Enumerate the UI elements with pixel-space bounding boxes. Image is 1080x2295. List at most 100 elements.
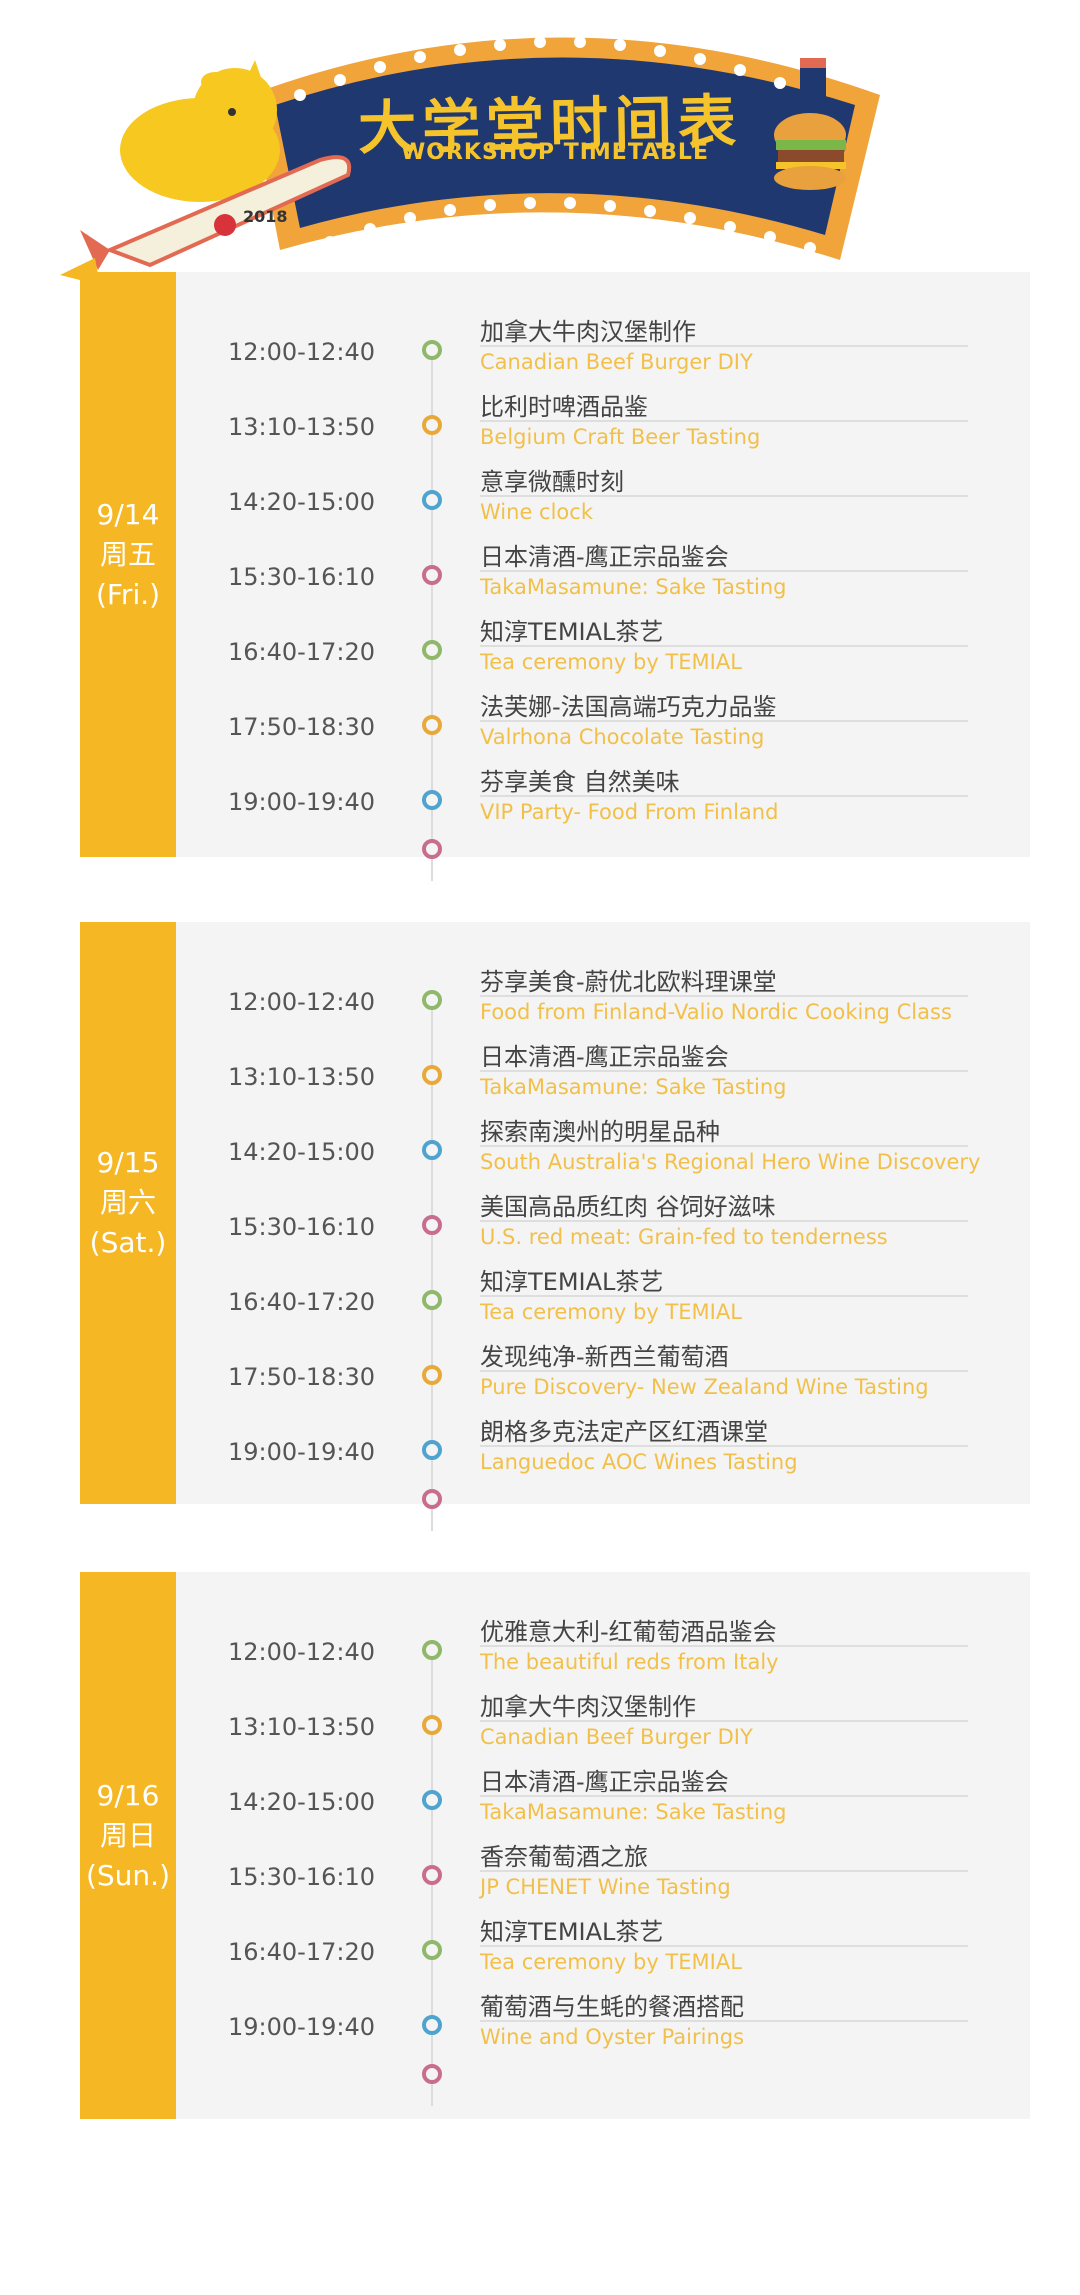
session-title-zh: 优雅意大利-红葡萄酒品鉴会 bbox=[480, 1618, 777, 1646]
session-title-en: VIP Party- Food From Finland bbox=[480, 800, 779, 824]
slot-time: 12:00-12:40 bbox=[228, 988, 375, 1016]
schedule-row: 16:40-17:20 知淳TEMIAL茶艺 Tea ceremony by TEM… bbox=[80, 1262, 1030, 1337]
timeline-dot-icon bbox=[422, 1215, 442, 1235]
slot-time: 15:30-16:10 bbox=[228, 1213, 375, 1241]
timeline-dot-icon bbox=[422, 790, 442, 810]
session-title-en: JP CHENET Wine Tasting bbox=[480, 1875, 731, 1899]
session-title-zh: 探索南澳州的明星品种 bbox=[480, 1118, 720, 1146]
session-title-zh: 日本清酒-鹰正宗品鉴会 bbox=[480, 1043, 729, 1071]
timeline-dot-icon bbox=[422, 1715, 442, 1735]
svg-text:2018: 2018 bbox=[243, 207, 288, 226]
session-title-zh: 比利时啤酒品鉴 bbox=[480, 393, 648, 421]
schedule-row: 19:00-19:40 葡萄酒与生蚝的餐酒搭配 Wine and Oyster Pa… bbox=[80, 1987, 1030, 2062]
timeline-dot-icon bbox=[422, 640, 442, 660]
session-title-en: Tea ceremony by TEMIAL bbox=[480, 1950, 742, 1974]
divider bbox=[480, 1870, 968, 1872]
schedule-row: 12:00-12:40 芬享美食-蔚优北欧料理课堂 Food from Finlan… bbox=[80, 962, 1030, 1037]
schedule-row: 13:10-13:50 比利时啤酒品鉴 Belgium Craft Beer Tas… bbox=[80, 387, 1030, 462]
divider bbox=[480, 420, 968, 422]
schedule-row: 14:20-15:00 意享微醺时刻 Wine clock bbox=[80, 462, 1030, 537]
timeline-dot-icon bbox=[422, 1065, 442, 1085]
timeline-dot-icon bbox=[422, 565, 442, 585]
day-panel: 9/14 周五 (Fri.) 12:00-12:40 加拿大牛肉汉堡制作 Canadian… bbox=[80, 272, 1030, 881]
timeline-end-dot-icon bbox=[422, 2064, 442, 2084]
timeline-dot-icon bbox=[422, 1865, 442, 1885]
session-title-zh: 葡萄酒与生蚝的餐酒搭配 bbox=[480, 1993, 744, 2021]
session-title-en: Languedoc AOC Wines Tasting bbox=[480, 1450, 798, 1474]
schedule-row: 14:20-15:00 日本清酒-鹰正宗品鉴会 TakaMasamune: Sake… bbox=[80, 1762, 1030, 1837]
divider bbox=[480, 570, 968, 572]
session-title-en: Canadian Beef Burger DIY bbox=[480, 350, 753, 374]
slot-time: 17:50-18:30 bbox=[228, 1363, 375, 1391]
timeline-dot-icon bbox=[422, 1365, 442, 1385]
session-title-zh: 日本清酒-鹰正宗品鉴会 bbox=[480, 543, 729, 571]
schedule-row: 17:50-18:30 发现纯净-新西兰葡萄酒 Pure Discovery- Ne… bbox=[80, 1337, 1030, 1412]
session-title-zh: 加拿大牛肉汉堡制作 bbox=[480, 318, 696, 346]
schedule-row: 12:00-12:40 加拿大牛肉汉堡制作 Canadian Beef Burger… bbox=[80, 312, 1030, 387]
divider bbox=[480, 795, 968, 797]
session-title-zh: 意享微醺时刻 bbox=[480, 468, 624, 496]
slot-time: 19:00-19:40 bbox=[228, 788, 375, 816]
session-title-zh: 加拿大牛肉汉堡制作 bbox=[480, 1693, 696, 1721]
session-title-en: Belgium Craft Beer Tasting bbox=[480, 425, 761, 449]
session-title-zh: 香奈葡萄酒之旅 bbox=[480, 1843, 648, 1871]
slot-time: 17:50-18:30 bbox=[228, 713, 375, 741]
session-title-en: TakaMasamune: Sake Tasting bbox=[480, 1800, 787, 1824]
session-title-en: TakaMasamune: Sake Tasting bbox=[480, 575, 787, 599]
schedule-row: 12:00-12:40 优雅意大利-红葡萄酒品鉴会 The beautiful re… bbox=[80, 1612, 1030, 1687]
session-title-en: Valrhona Chocolate Tasting bbox=[480, 725, 765, 749]
slot-time: 13:10-13:50 bbox=[228, 1063, 375, 1091]
session-title-zh: 发现纯净-新西兰葡萄酒 bbox=[480, 1343, 729, 1371]
slot-time: 13:10-13:50 bbox=[228, 1713, 375, 1741]
timeline-dot-icon bbox=[422, 415, 442, 435]
session-title-en: Food from Finland-Valio Nordic Cooking C… bbox=[480, 1000, 952, 1024]
slot-time: 16:40-17:20 bbox=[228, 1288, 375, 1316]
schedule-row: 14:20-15:00 探索南澳州的明星品种 South Australia's R… bbox=[80, 1112, 1030, 1187]
slot-time: 14:20-15:00 bbox=[228, 1788, 375, 1816]
session-title-zh: 美国高品质红肉 谷饲好滋味 bbox=[480, 1193, 776, 1221]
timeline-dot-icon bbox=[422, 2015, 442, 2035]
session-title-en: Wine and Oyster Pairings bbox=[480, 2025, 745, 2049]
schedule-row: 17:50-18:30 法芙娜-法国高端巧克力品鉴 Valrhona Chocola… bbox=[80, 687, 1030, 762]
session-title-en: Tea ceremony by TEMIAL bbox=[480, 650, 742, 674]
schedule-row: 19:00-19:40 朗格多克法定产区红酒课堂 Languedoc AOC Win… bbox=[80, 1412, 1030, 1487]
session-title-en: The beautiful reds from Italy bbox=[480, 1650, 779, 1674]
session-title-en: U.S. red meat: Grain-fed to tenderness bbox=[480, 1225, 888, 1249]
day-panel: 9/16 周日 (Sun.) 12:00-12:40 优雅意大利-红葡萄酒品鉴会 The … bbox=[80, 1572, 1030, 2119]
slot-time: 16:40-17:20 bbox=[228, 1938, 375, 1966]
divider bbox=[480, 995, 968, 997]
schedule-row: 15:30-16:10 香奈葡萄酒之旅 JP CHENET Wine Tasting bbox=[80, 1837, 1030, 1912]
timeline-dot-icon bbox=[422, 1790, 442, 1810]
timeline-dot-icon bbox=[422, 715, 442, 735]
timeline-dot-icon bbox=[422, 990, 442, 1010]
schedule-row: 16:40-17:20 知淳TEMIAL茶艺 Tea ceremony by TEM… bbox=[80, 1912, 1030, 1987]
schedule-row: 19:00-19:40 芬享美食 自然美味 VIP Party- Food From… bbox=[80, 762, 1030, 837]
schedule-row: 16:40-17:20 知淳TEMIAL茶艺 Tea ceremony by TEM… bbox=[80, 612, 1030, 687]
slot-time: 14:20-15:00 bbox=[228, 488, 375, 516]
timeline-dot-icon bbox=[422, 1640, 442, 1660]
session-title-zh: 知淳TEMIAL茶艺 bbox=[480, 618, 664, 646]
slot-time: 14:20-15:00 bbox=[228, 1138, 375, 1166]
session-title-en: Tea ceremony by TEMIAL bbox=[480, 1300, 742, 1324]
session-title-zh: 日本清酒-鹰正宗品鉴会 bbox=[480, 1768, 729, 1796]
slot-time: 15:30-16:10 bbox=[228, 563, 375, 591]
session-title-zh: 知淳TEMIAL茶艺 bbox=[480, 1268, 664, 1296]
session-title-en: Pure Discovery- New Zealand Wine Tasting bbox=[480, 1375, 929, 1399]
timeline-dot-icon bbox=[422, 1290, 442, 1310]
timeline-dot-icon bbox=[422, 1440, 442, 1460]
divider bbox=[480, 720, 968, 722]
slot-time: 19:00-19:40 bbox=[228, 2013, 375, 2041]
divider bbox=[480, 1295, 968, 1297]
slot-time: 12:00-12:40 bbox=[228, 1638, 375, 1666]
divider bbox=[480, 1220, 968, 1222]
timeline-dot-icon bbox=[422, 340, 442, 360]
schedule-row: 13:10-13:50 加拿大牛肉汉堡制作 Canadian Beef Burger… bbox=[80, 1687, 1030, 1762]
timeline-dot-icon bbox=[422, 490, 442, 510]
session-title-en: TakaMasamune: Sake Tasting bbox=[480, 1075, 787, 1099]
divider bbox=[480, 1370, 968, 1372]
divider bbox=[480, 1945, 968, 1947]
day-panel: 9/15 周六 (Sat.) 12:00-12:40 芬享美食-蔚优北欧料理课堂 Food… bbox=[80, 922, 1030, 1531]
session-title-zh: 芬享美食-蔚优北欧料理课堂 bbox=[480, 968, 777, 996]
banner-subtitle: WORKSHOP TIMETABLE bbox=[401, 140, 709, 165]
schedule-row: 15:30-16:10 日本清酒-鹰正宗品鉴会 TakaMasamune: Sake… bbox=[80, 537, 1030, 612]
